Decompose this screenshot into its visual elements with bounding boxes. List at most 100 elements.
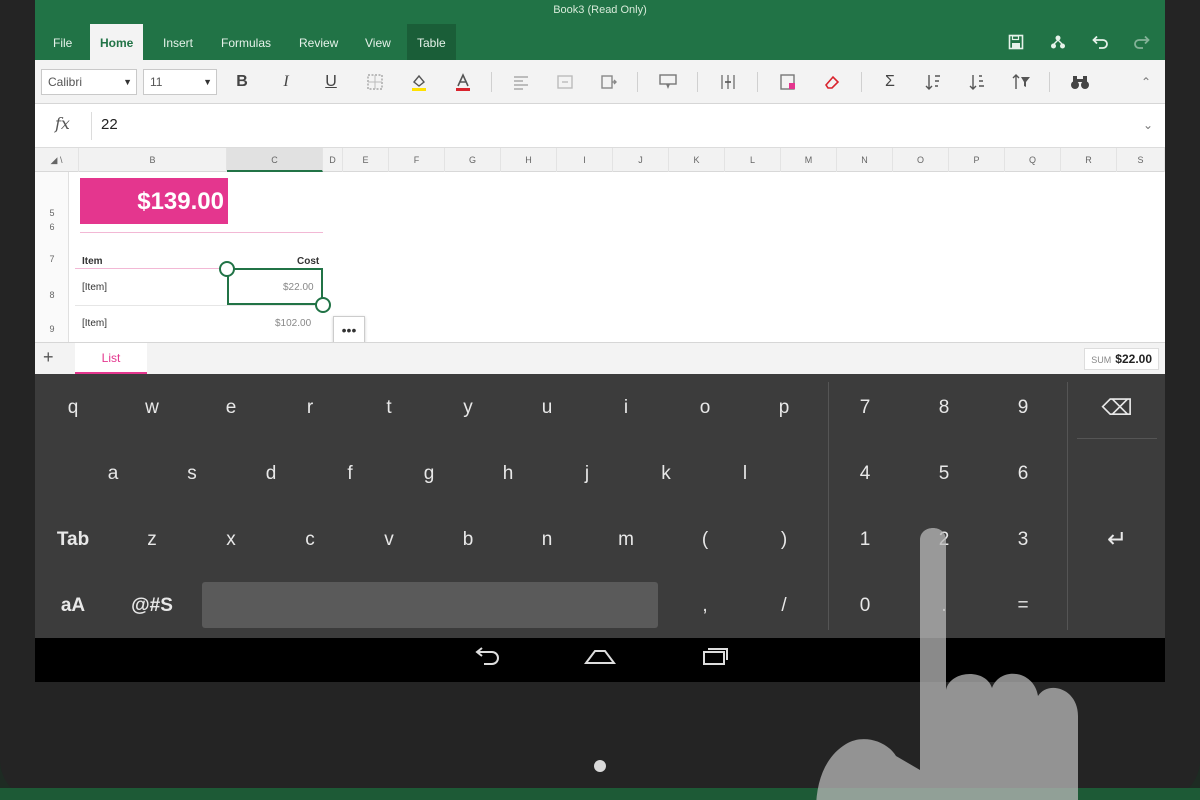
key-6[interactable]: 6 [993, 442, 1053, 506]
key-w[interactable]: w [122, 376, 182, 440]
column-header-j[interactable]: J [613, 148, 669, 172]
key-space[interactable] [202, 582, 658, 628]
key-m[interactable]: m [596, 508, 656, 572]
selected-cell-c8[interactable] [227, 268, 323, 305]
key-open-paren[interactable]: ( [675, 508, 735, 572]
column-header-k[interactable]: K [669, 148, 725, 172]
key-n[interactable]: n [517, 508, 577, 572]
key-p[interactable]: p [754, 376, 814, 440]
header-cost[interactable]: Cost [297, 256, 319, 267]
key-j[interactable]: j [557, 442, 617, 506]
key-z[interactable]: z [122, 508, 182, 572]
sort-ascending-icon[interactable] [921, 69, 947, 95]
key-g[interactable]: g [399, 442, 459, 506]
column-header-l[interactable]: L [725, 148, 781, 172]
italic-button[interactable]: I [273, 69, 299, 95]
key-h[interactable]: h [478, 442, 538, 506]
key-v[interactable]: v [359, 508, 419, 572]
row-9-item-cell[interactable]: [Item] [82, 318, 107, 329]
key-3[interactable]: 3 [993, 508, 1053, 572]
key-k[interactable]: k [636, 442, 696, 506]
key-8[interactable]: 8 [914, 376, 974, 440]
insert-delete-icon[interactable] [715, 69, 741, 95]
row-header-8[interactable]: 8 [35, 290, 69, 300]
sheet-tab-list[interactable]: List [75, 343, 147, 375]
backspace-key[interactable]: ⌫ [1087, 376, 1147, 440]
borders-icon[interactable] [362, 69, 388, 95]
column-header-q[interactable]: Q [1005, 148, 1061, 172]
key-close-paren[interactable]: ) [754, 508, 814, 572]
fill-color-icon[interactable] [406, 69, 432, 95]
underline-button[interactable]: U [318, 69, 344, 95]
filter-icon[interactable] [1009, 69, 1035, 95]
selection-handle-bottom-right[interactable] [315, 297, 331, 313]
tab-table[interactable]: Table [407, 24, 456, 60]
format-cells-icon[interactable] [775, 69, 801, 95]
selection-handle-top-left[interactable] [219, 261, 235, 277]
undo-icon[interactable] [1087, 29, 1113, 55]
key-f[interactable]: f [320, 442, 380, 506]
expand-formula-icon[interactable]: ⌄ [1143, 118, 1153, 132]
row-8-item-cell[interactable]: [Item] [82, 282, 107, 293]
column-header-m[interactable]: M [781, 148, 837, 172]
home-icon[interactable] [580, 646, 620, 674]
fx-icon[interactable]: fx [55, 114, 70, 133]
key-5[interactable]: 5 [914, 442, 974, 506]
align-left-icon[interactable] [508, 69, 534, 95]
formula-input[interactable]: 22 [101, 116, 118, 133]
key-t[interactable]: t [359, 376, 419, 440]
tab-home[interactable]: Home [90, 24, 144, 60]
column-header-d[interactable]: D [323, 148, 343, 172]
key-l[interactable]: l [715, 442, 775, 506]
tab-file[interactable]: File [43, 24, 82, 60]
column-header-s[interactable]: S [1117, 148, 1165, 172]
row-header-6[interactable]: 6 [35, 222, 69, 232]
key-comma[interactable]: , [675, 574, 735, 638]
wrap-text-icon[interactable] [596, 69, 622, 95]
column-header-p[interactable]: P [949, 148, 1005, 172]
key-1[interactable]: 1 [835, 508, 895, 572]
key-o[interactable]: o [675, 376, 735, 440]
column-header-b[interactable]: B [79, 148, 227, 172]
column-header-n[interactable]: N [837, 148, 893, 172]
back-icon[interactable] [467, 646, 507, 674]
cell-styles-icon[interactable] [655, 69, 681, 95]
row-9-cost-cell[interactable]: $102.00 [275, 318, 311, 329]
redo-icon[interactable] [1129, 29, 1155, 55]
key-2[interactable]: 2 [914, 508, 974, 572]
key-period[interactable]: . [914, 574, 974, 638]
key-d[interactable]: d [241, 442, 301, 506]
key-0[interactable]: 0 [835, 574, 895, 638]
key-equals[interactable]: = [993, 574, 1053, 638]
key-b[interactable]: b [438, 508, 498, 572]
find-binoculars-icon[interactable] [1067, 69, 1093, 95]
merge-cells-icon[interactable] [552, 69, 578, 95]
save-icon[interactable] [1003, 29, 1029, 55]
key-a[interactable]: a [83, 442, 143, 506]
share-icon[interactable] [1045, 29, 1071, 55]
column-header-i[interactable]: I [557, 148, 613, 172]
key-4[interactable]: 4 [835, 442, 895, 506]
key-s[interactable]: s [162, 442, 222, 506]
key-i[interactable]: i [596, 376, 656, 440]
row-header-7[interactable]: 7 [35, 254, 69, 264]
key-x[interactable]: x [201, 508, 261, 572]
enter-key[interactable]: ↵ [1087, 508, 1147, 572]
key-symbols[interactable]: @#S [122, 574, 182, 638]
add-sheet-button[interactable]: + [43, 347, 54, 368]
column-header-g[interactable]: G [445, 148, 501, 172]
total-price-cell[interactable]: $139.00 [80, 178, 228, 224]
key-u[interactable]: u [517, 376, 577, 440]
column-header-c[interactable]: C [227, 148, 323, 172]
key-y[interactable]: y [438, 376, 498, 440]
tab-review[interactable]: Review [289, 24, 348, 60]
recents-icon[interactable] [695, 646, 735, 674]
header-item[interactable]: Item [82, 256, 103, 267]
font-color-button[interactable] [450, 69, 476, 95]
key-tab[interactable]: Tab [43, 508, 103, 572]
row-header-5[interactable]: 5 [35, 208, 69, 218]
key-slash[interactable]: / [754, 574, 814, 638]
row-header-9[interactable]: 9 [35, 324, 69, 334]
key-c[interactable]: c [280, 508, 340, 572]
key-e[interactable]: e [201, 376, 261, 440]
